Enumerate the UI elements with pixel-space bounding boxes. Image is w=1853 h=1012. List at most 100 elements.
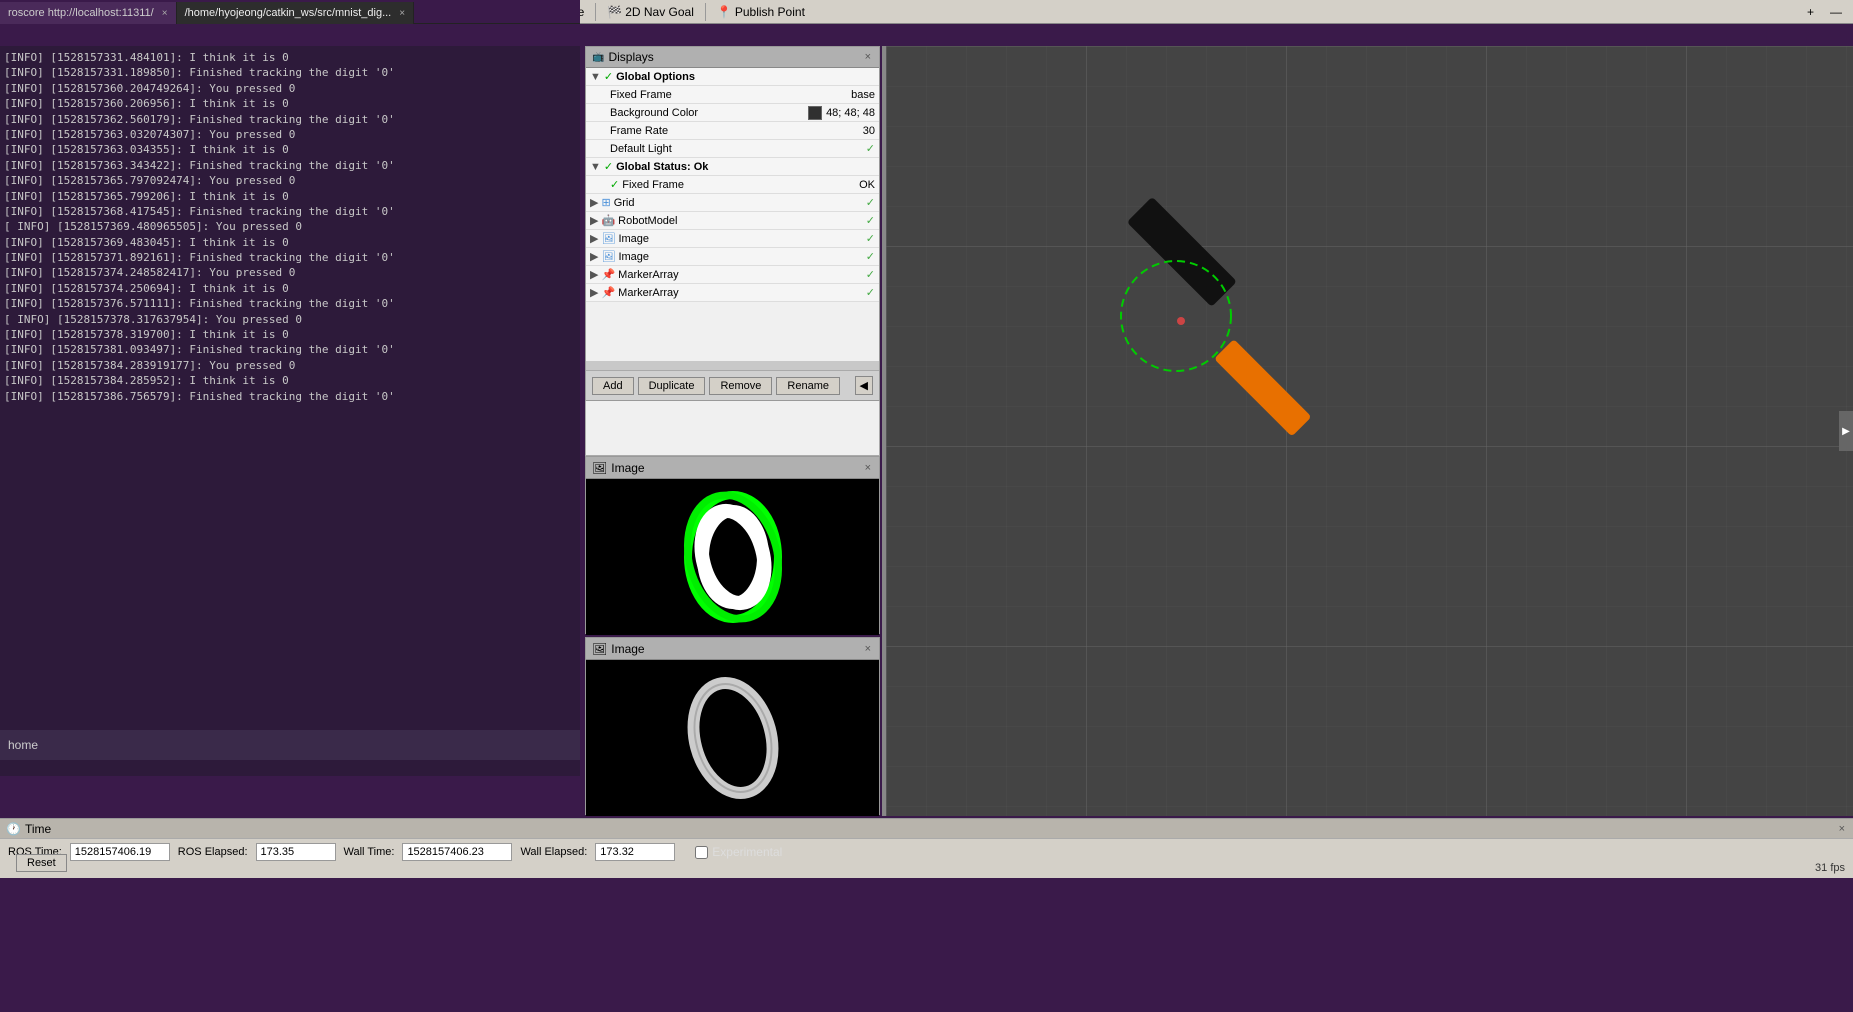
collapse-button[interactable]: ◀ xyxy=(855,376,873,395)
grid-icon: ⊞ xyxy=(601,196,610,209)
toolbar-extra-btn2[interactable]: — xyxy=(1823,2,1849,22)
toolbar-extra-btn1[interactable]: + xyxy=(1800,2,1821,22)
image2-panel: 🖼 Image × xyxy=(585,637,880,815)
terminal-line: [ INFO] [1528157378.317637954]: You pres… xyxy=(4,312,576,327)
robot-model-icon: 🤖 xyxy=(601,214,615,227)
display-marker-array-2[interactable]: ▶ 📌 MarkerArray ✓ xyxy=(586,284,879,302)
ros-time-input[interactable] xyxy=(70,843,170,861)
wall-time-input[interactable] xyxy=(402,843,512,861)
terminal-line: [INFO] [1528157369.483045]: I think it i… xyxy=(4,235,576,250)
image2-close[interactable]: × xyxy=(863,643,873,655)
frame-rate-label: Frame Rate xyxy=(602,125,668,137)
experimental-checkbox[interactable] xyxy=(695,846,708,859)
terminal-line: [INFO] [1528157360.206956]: I think it i… xyxy=(4,96,576,111)
image-1-checkbox[interactable]: ✓ xyxy=(866,232,875,245)
default-light-label: Default Light xyxy=(602,143,672,155)
marker-2-checkbox[interactable]: ✓ xyxy=(866,286,875,299)
publish-point-button[interactable]: 📍 Publish Point xyxy=(710,2,812,22)
fixed-frame-value[interactable]: base xyxy=(851,89,875,101)
viewport-svg xyxy=(886,46,1853,816)
rename-display-button[interactable]: Rename xyxy=(776,377,840,395)
global-status-checkbox[interactable]: ✓ xyxy=(604,160,613,173)
displays-title-text: Displays xyxy=(608,50,653,64)
robot-model-checkbox[interactable]: ✓ xyxy=(866,214,875,227)
expand-grid[interactable]: ▶ xyxy=(590,196,598,209)
tab-roscore-close[interactable]: × xyxy=(162,8,168,19)
add-display-button[interactable]: Add xyxy=(592,377,634,395)
terminal-line: [ INFO] [1528157369.480965505]: You pres… xyxy=(4,219,576,234)
time-close[interactable]: × xyxy=(1837,823,1847,835)
tab-mnist[interactable]: /home/hyojeong/catkin_ws/src/mnist_dig..… xyxy=(177,2,415,24)
image-1-label: Image xyxy=(618,233,649,245)
terminal-line: [INFO] [1528157374.248582417]: You press… xyxy=(4,265,576,280)
display-grid[interactable]: ▶ ⊞ Grid ✓ xyxy=(586,194,879,212)
separator xyxy=(705,3,706,21)
expand-robot-model[interactable]: ▶ xyxy=(590,214,598,227)
wall-time-label: Wall Time: xyxy=(344,846,395,858)
tab-mnist-close[interactable]: × xyxy=(399,8,405,19)
tab-roscore[interactable]: roscore http://localhost:11311/ × xyxy=(0,2,177,24)
image1-panel: 🖼 Image × xyxy=(585,456,880,634)
global-options-checkbox[interactable]: ✓ xyxy=(604,70,613,83)
wall-elapsed-input[interactable] xyxy=(595,843,675,861)
image1-close[interactable]: × xyxy=(863,462,873,474)
displays-buttons: Add Duplicate Remove Rename ◀ xyxy=(586,370,879,400)
tab-mnist-label: /home/hyojeong/catkin_ws/src/mnist_dig..… xyxy=(185,7,392,19)
ros-elapsed-input[interactable] xyxy=(256,843,336,861)
terminal-line: [INFO] [1528157384.285952]: I think it i… xyxy=(4,373,576,388)
expand-global-options[interactable]: ▼ xyxy=(590,71,601,83)
default-light-checkbox[interactable]: ✓ xyxy=(866,142,875,155)
reset-button[interactable]: Reset xyxy=(16,854,67,872)
terminal-line: [INFO] [1528157371.892161]: Finished tra… xyxy=(4,250,576,265)
bg-color-value[interactable]: 48; 48; 48 xyxy=(808,106,875,120)
display-image-2[interactable]: ▶ 🖼 Image ✓ xyxy=(586,248,879,266)
3d-viewport[interactable]: ▶ xyxy=(886,46,1853,816)
display-image-1[interactable]: ▶ 🖼 Image ✓ xyxy=(586,230,879,248)
ros-elapsed-label: ROS Elapsed: xyxy=(178,846,248,858)
grid-label: Grid xyxy=(614,197,635,209)
resize-handle[interactable] xyxy=(882,46,886,816)
terminal-line: [INFO] [1528157365.797092474]: You press… xyxy=(4,173,576,188)
image2-svg xyxy=(633,663,833,813)
ff-ok-check: ✓ xyxy=(602,178,619,191)
image1-title-text: Image xyxy=(611,461,644,475)
terminal-line: [INFO] [1528157331.189850]: Finished tra… xyxy=(4,65,576,80)
tab-bar: roscore http://localhost:11311/ × /home/… xyxy=(0,0,580,24)
displays-close[interactable]: × xyxy=(863,51,873,63)
terminal-cwd: home xyxy=(8,738,38,752)
expand-image-1[interactable]: ▶ xyxy=(590,232,598,245)
marker-1-label: MarkerArray xyxy=(618,269,679,281)
display-fixed-frame: Fixed Frame base xyxy=(586,86,879,104)
expand-marker-1[interactable]: ▶ xyxy=(590,268,598,281)
expand-marker-2[interactable]: ▶ xyxy=(590,286,598,299)
remove-display-button[interactable]: Remove xyxy=(709,377,772,395)
terminal-line: [INFO] [1528157331.484101]: I think it i… xyxy=(4,50,576,65)
image1-svg xyxy=(633,482,833,632)
marker-1-checkbox[interactable]: ✓ xyxy=(866,268,875,281)
terminal-line: [INFO] [1528157368.417545]: Finished tra… xyxy=(4,204,576,219)
duplicate-display-button[interactable]: Duplicate xyxy=(638,377,706,395)
time-content: ROS Time: ROS Elapsed: Wall Time: Wall E… xyxy=(0,839,1853,865)
global-status-label: Global Status: Ok xyxy=(616,161,708,173)
time-clock-icon: 🕐 xyxy=(6,822,21,836)
display-global-status[interactable]: ▼ ✓ Global Status: Ok xyxy=(586,158,879,176)
displays-tree[interactable]: ▼ ✓ Global Options Fixed Frame base Back… xyxy=(586,68,879,361)
display-marker-array-1[interactable]: ▶ 📌 MarkerArray ✓ xyxy=(586,266,879,284)
frame-rate-value[interactable]: 30 xyxy=(863,125,875,137)
terminal-panel[interactable]: [INFO] [1528157331.484101]: I think it i… xyxy=(0,46,580,776)
grid-checkbox[interactable]: ✓ xyxy=(866,196,875,209)
time-title-text: Time xyxy=(25,822,51,836)
separator xyxy=(595,3,596,21)
terminal-line: [INFO] [1528157381.093497]: Finished tra… xyxy=(4,342,576,357)
viewport-collapse-btn[interactable]: ▶ xyxy=(1839,411,1853,451)
display-robot-model[interactable]: ▶ 🤖 RobotModel ✓ xyxy=(586,212,879,230)
display-global-options[interactable]: ▼ ✓ Global Options xyxy=(586,68,879,86)
ff-ok-label: Fixed Frame xyxy=(622,179,684,191)
nav-goal-button[interactable]: 🏁 2D Nav Goal xyxy=(600,2,701,22)
terminal-bottom: home xyxy=(0,730,580,760)
expand-image-2[interactable]: ▶ xyxy=(590,250,598,263)
expand-global-status[interactable]: ▼ xyxy=(590,161,601,173)
ff-ok-value: OK xyxy=(859,179,875,191)
image2-title-text: Image xyxy=(611,642,644,656)
image-2-checkbox[interactable]: ✓ xyxy=(866,250,875,263)
